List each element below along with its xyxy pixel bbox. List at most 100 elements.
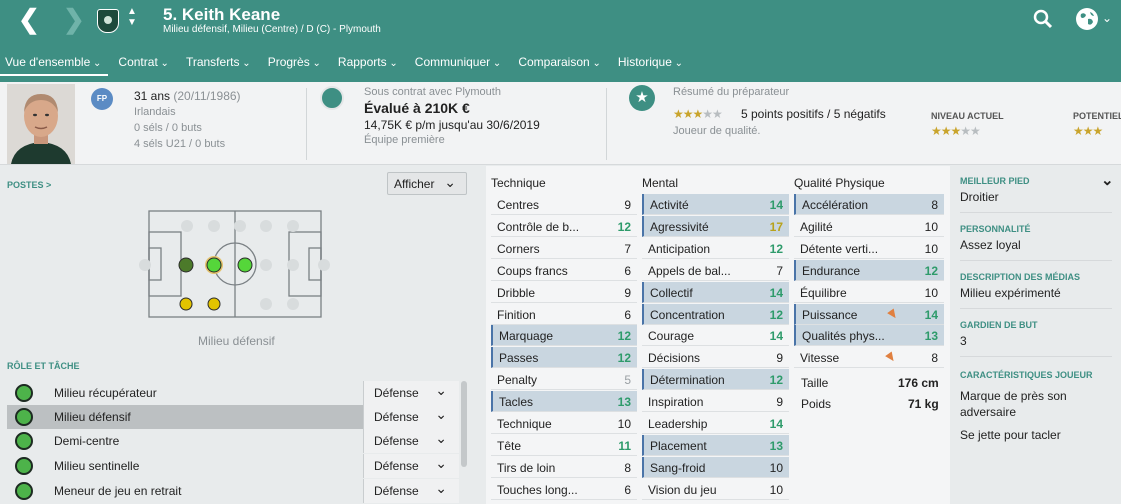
attribute-value: 12 [769,241,783,256]
attribute-value: 13 [769,438,783,453]
favourite-player-icon[interactable]: FP [91,88,113,110]
forward-button[interactable]: ❯ [63,4,85,34]
show-dropdown[interactable]: Afficher ⌄ [387,172,467,195]
attribute-row-physical[interactable]: Équilibre 10 [794,282,944,303]
club-badge-icon[interactable] [97,9,119,33]
role-row[interactable]: Demi-centre Défense [7,429,459,453]
attribute-row-mental[interactable]: Activité 14 [642,194,789,215]
attribute-row-physical[interactable]: Agilité 10 [794,216,944,237]
attribute-value: 7 [776,263,783,278]
star-badge-icon: ★ [629,85,655,111]
attribute-name: Placement [650,438,707,453]
attribute-row-technique[interactable]: Marquage 12 [491,325,637,347]
attribute-name: Courage [648,329,695,344]
attribute-name: Équilibre [800,285,847,300]
attribute-row-technique[interactable]: Coups francs 6 [491,260,637,281]
attribute-row-mental[interactable]: Appels de bal... 7 [642,260,789,281]
duty-dropdown[interactable]: Défense [363,405,459,429]
attribute-row-mental[interactable]: Sang-froid 10 [642,456,789,478]
position-label: Milieu défensif [198,334,275,348]
attribute-row-technique[interactable]: Touches long... 6 [491,479,637,500]
duty-dropdown[interactable]: Défense [363,454,459,478]
attribute-decline-arrow-icon [885,351,897,364]
attribute-row-technique[interactable]: Technique 10 [491,413,637,434]
attribute-name: Inspiration [648,395,704,410]
attribute-row-technique[interactable]: Tête 11 [491,435,637,456]
duty-dropdown[interactable]: Défense [363,381,459,405]
attribute-value: 12 [769,307,783,322]
attribute-row-mental[interactable]: Inspiration 9 [642,391,789,413]
tab-communicate[interactable]: Communiquer [410,50,509,76]
attribute-name: Tirs de loin [497,460,556,475]
back-button[interactable]: ❮ [18,4,40,34]
attribute-value: 12 [924,263,938,278]
attribute-row-mental[interactable]: Leadership 14 [642,413,789,434]
role-row-selected[interactable]: Milieu défensif Défense [7,405,459,429]
attribute-row-technique[interactable]: Passes 12 [491,347,637,369]
player-age: 31 ans (20/11/1986) [134,89,241,103]
attribute-row-mental[interactable]: Agressivité 17 [642,215,789,237]
info-strip: FP 31 ans (20/11/1986) Irlandais 0 séls … [0,82,1121,165]
role-name: Milieu sentinelle [54,459,140,473]
attribute-name: Dribble [497,285,536,300]
attribute-row-mental[interactable]: Détermination 12 [642,369,789,391]
attribute-row-technique[interactable]: Corners 7 [491,238,637,259]
attribute-row-mental[interactable]: Concentration 12 [642,303,789,325]
attribute-row-technique[interactable]: Tirs de loin 8 [491,457,637,478]
attribute-name: Tête [497,438,522,453]
attribute-row-physical[interactable]: Puissance 14 [794,303,944,325]
weight-label: Poids [801,397,832,411]
report-quality: Joueur de qualité. [673,125,761,137]
tab-progress[interactable]: Progrès [263,50,328,76]
attribute-row-technique[interactable]: Finition 6 [491,304,637,325]
role-row[interactable]: Meneur de jeu en retrait Défense [7,479,459,503]
attribute-name: Finition [497,307,536,322]
chevron-down-icon[interactable]: ⌄ [1102,11,1112,25]
role-name: Milieu récupérateur [54,386,157,400]
attribute-row-physical[interactable]: Endurance 12 [794,259,944,281]
tab-bar: Vue d'ensemble Contrat Transferts Progrè… [0,50,695,76]
duty-dropdown[interactable]: Défense [363,479,459,503]
globe-icon[interactable] [1076,8,1098,30]
attribute-row-mental[interactable]: Courage 14 [642,325,789,347]
attribute-value: 5 [624,373,631,388]
search-icon[interactable] [1033,9,1053,29]
attribute-value: 9 [776,351,783,366]
player-cycle-icon[interactable]: ▲ ▼ [127,6,137,28]
attribute-row-technique[interactable]: Contrôle de b... 12 [491,216,637,237]
tab-reports[interactable]: Rapports [333,50,405,76]
squad-status: Équipe première [364,134,445,146]
attribute-row-technique[interactable]: Penalty 5 [491,369,637,391]
tab-transfers[interactable]: Transferts [181,50,258,76]
caps: 0 séls / 0 buts [134,122,202,134]
attribute-row-mental[interactable]: Anticipation 12 [642,238,789,259]
attribute-row-mental[interactable]: Vision du jeu 10 [642,479,789,500]
duty-dropdown[interactable]: Défense [363,429,459,453]
divider [960,356,1112,357]
tab-comparison[interactable]: Comparaison [513,50,608,76]
attribute-row-physical[interactable]: Vitesse 8 [794,347,944,369]
potential-ability-label: POTENTIEL [1073,111,1121,121]
attribute-value: 10 [769,460,783,475]
positions-link[interactable]: POSTES > [7,180,51,190]
attribute-row-physical[interactable]: Qualités phys... 13 [794,325,944,347]
collapse-chevron-icon[interactable]: ⌄ [1101,171,1114,189]
attribute-row-mental[interactable]: Décisions 9 [642,347,789,369]
tab-history[interactable]: Historique [613,50,690,76]
u21-caps: 4 séls U21 / 0 buts [134,138,226,150]
role-row[interactable]: Milieu récupérateur Défense [7,381,459,405]
attribute-row-physical[interactable]: Détente verti... 10 [794,238,944,259]
attribute-row-technique[interactable]: Centres 9 [491,194,637,215]
attribute-value: 6 [624,307,631,322]
attribute-row-technique[interactable]: Dribble 9 [491,282,637,303]
attribute-row-physical[interactable]: Accélération 8 [794,194,944,215]
tab-overview[interactable]: Vue d'ensemble [0,50,109,76]
attribute-row-mental[interactable]: Placement 13 [642,434,789,456]
role-row[interactable]: Milieu sentinelle Défense [7,454,459,478]
tab-contract[interactable]: Contrat [113,50,176,76]
roles-scrollbar[interactable] [461,381,467,467]
role-icon [15,482,33,500]
attribute-name: Passes [499,351,539,366]
attribute-row-mental[interactable]: Collectif 14 [642,281,789,303]
attribute-row-technique[interactable]: Tacles 13 [491,391,637,413]
